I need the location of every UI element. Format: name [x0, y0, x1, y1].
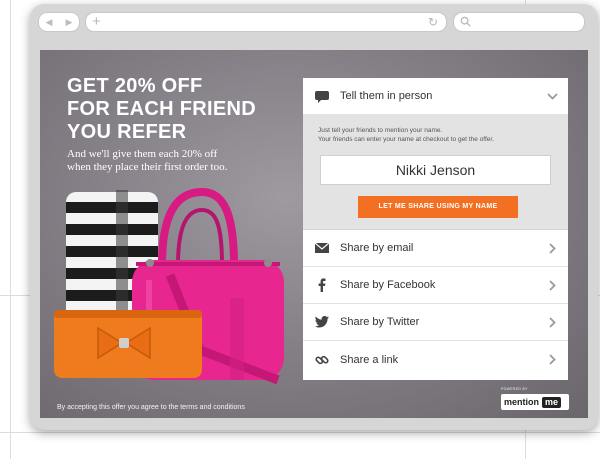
headline-line: FOR EACH FRIEND [67, 98, 256, 120]
share-facebook-label: Share by Facebook [340, 279, 436, 291]
share-link-row[interactable]: Share a link [303, 341, 568, 378]
share-email-row[interactable]: Share by email [303, 230, 568, 267]
chevron-right-icon [546, 242, 558, 254]
share-email-label: Share by email [340, 242, 414, 254]
plus-icon[interactable]: + [92, 13, 101, 31]
promo-subtext: And we'll give them each 20% off when th… [67, 148, 267, 174]
address-bar[interactable]: + ↻ [85, 12, 447, 32]
powered-by-text: POWERED BY [501, 387, 528, 391]
share-facebook-row[interactable]: Share by Facebook [303, 267, 568, 304]
share-twitter-label: Share by Twitter [340, 316, 420, 328]
orange-wallet-image [54, 310, 202, 378]
reload-icon[interactable]: ↻ [428, 13, 438, 31]
promo-headline: GET 20% OFF FOR EACH FRIEND YOU REFER [67, 75, 256, 144]
tell-in-person-row[interactable]: Tell them in person [303, 78, 568, 115]
tell-in-person-label: Tell them in person [340, 90, 433, 102]
envelope-icon [314, 240, 330, 256]
terms-text: By accepting this offer you agree to the… [57, 404, 245, 411]
browser-window: ◀ ▶ + ↻ GET 20% OFF FOR EACH FRIEND YOU … [30, 4, 598, 430]
back-arrow-icon[interactable]: ◀ [46, 17, 53, 28]
chevron-down-icon[interactable] [546, 92, 558, 100]
chevron-right-icon [546, 316, 558, 328]
share-using-name-button[interactable]: LET ME SHARE USING MY NAME [358, 196, 518, 218]
logo-text: mention [504, 397, 539, 407]
search-icon [460, 16, 471, 27]
description-line: Just tell your friends to mention your n… [318, 127, 443, 134]
in-person-description: Just tell your friends to mention your n… [318, 126, 494, 144]
headline-line: GET 20% OFF [67, 75, 203, 97]
subtext-line: And we'll give them each 20% off [67, 148, 218, 160]
nav-buttons: ◀ ▶ [38, 12, 80, 32]
browser-toolbar: ◀ ▶ + ↻ [30, 4, 598, 44]
background-grid-line [0, 432, 600, 433]
browser-search-input[interactable] [453, 12, 585, 32]
referral-widget: GET 20% OFF FOR EACH FRIEND YOU REFER An… [40, 50, 588, 418]
twitter-icon [314, 314, 330, 330]
mention-me-logo[interactable]: mention me [501, 394, 569, 410]
chevron-right-icon [546, 354, 558, 365]
description-line: Your friends can enter your name at chec… [318, 136, 494, 143]
forward-arrow-icon[interactable]: ▶ [66, 17, 73, 28]
background-grid-line [10, 0, 11, 459]
logo-text: me [542, 396, 562, 408]
subtext-line: when they place their first order too. [67, 161, 228, 173]
share-options-panel: Tell them in person Just tell your frien… [303, 78, 568, 380]
chevron-right-icon [546, 279, 558, 291]
link-icon [314, 352, 330, 368]
product-image [54, 187, 284, 385]
referrer-name-field[interactable]: Nikki Jenson [320, 155, 551, 185]
in-person-section: Just tell your friends to mention your n… [303, 115, 568, 230]
share-link-label: Share a link [340, 353, 399, 366]
share-twitter-row[interactable]: Share by Twitter [303, 304, 568, 341]
speech-bubble-icon [314, 88, 330, 104]
facebook-icon [314, 277, 330, 293]
headline-line: YOU REFER [67, 121, 187, 143]
